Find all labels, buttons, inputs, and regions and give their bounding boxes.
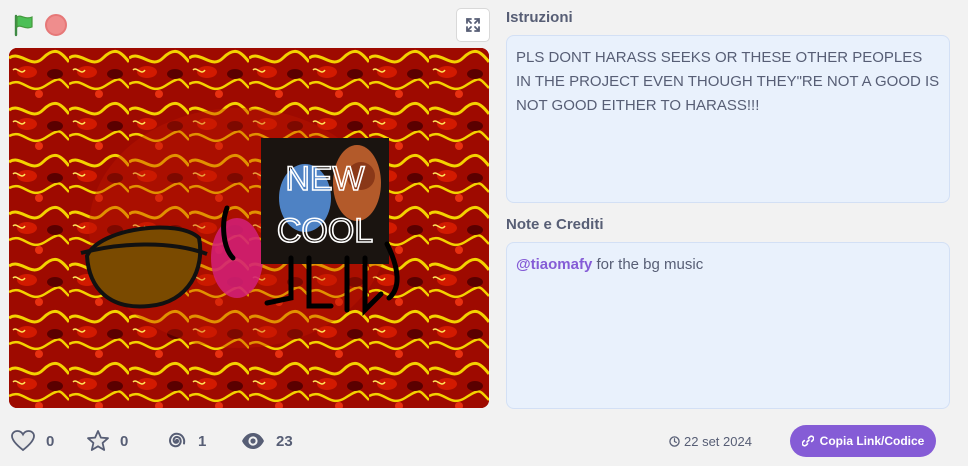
love-count: 0: [46, 432, 55, 450]
stop-button[interactable]: [45, 14, 67, 36]
instructions-title: Istruzioni: [506, 9, 573, 26]
link-icon: [801, 435, 814, 447]
views-stat: 23: [240, 428, 293, 454]
notes-text: for the bg music: [592, 256, 704, 273]
copy-link-button[interactable]: Copia Link/Codice: [790, 425, 936, 457]
green-flag-icon: [14, 14, 33, 37]
shared-date-text: 22 set 2024: [684, 434, 752, 449]
notes-box: @tiaomafy for the bg music: [506, 242, 950, 409]
credit-mention-link[interactable]: @tiaomafy: [516, 256, 592, 273]
shared-date: 22 set 2024: [669, 434, 752, 449]
heart-icon: [11, 430, 35, 452]
stage-text-new: NEW: [285, 160, 364, 198]
stage-text-cool: COOL: [277, 212, 373, 250]
favorite-count: 0: [120, 432, 129, 450]
fullscreen-icon: [466, 18, 480, 32]
fullscreen-button[interactable]: [456, 8, 490, 42]
instructions-box: PLS DONT HARASS SEEKS OR THESE OTHER PEO…: [506, 35, 950, 203]
instructions-text: PLS DONT HARASS SEEKS OR THESE OTHER PEO…: [516, 49, 940, 114]
green-flag-button[interactable]: [12, 13, 36, 37]
remix-stat[interactable]: 1: [164, 428, 206, 454]
favorite-stat[interactable]: 0: [86, 428, 128, 454]
clock-icon: [669, 436, 680, 447]
views-count: 23: [276, 432, 293, 450]
love-stat[interactable]: 0: [10, 428, 54, 454]
star-icon: [87, 430, 109, 451]
stage-canvas: NEW COOL: [9, 48, 489, 408]
eye-icon: [242, 433, 264, 449]
remix-count: 1: [198, 432, 207, 450]
project-stage[interactable]: NEW COOL: [9, 48, 489, 408]
remix-spiral-icon: [169, 432, 186, 448]
copy-link-label: Copia Link/Codice: [819, 434, 925, 448]
notes-title: Note e Crediti: [506, 216, 604, 233]
